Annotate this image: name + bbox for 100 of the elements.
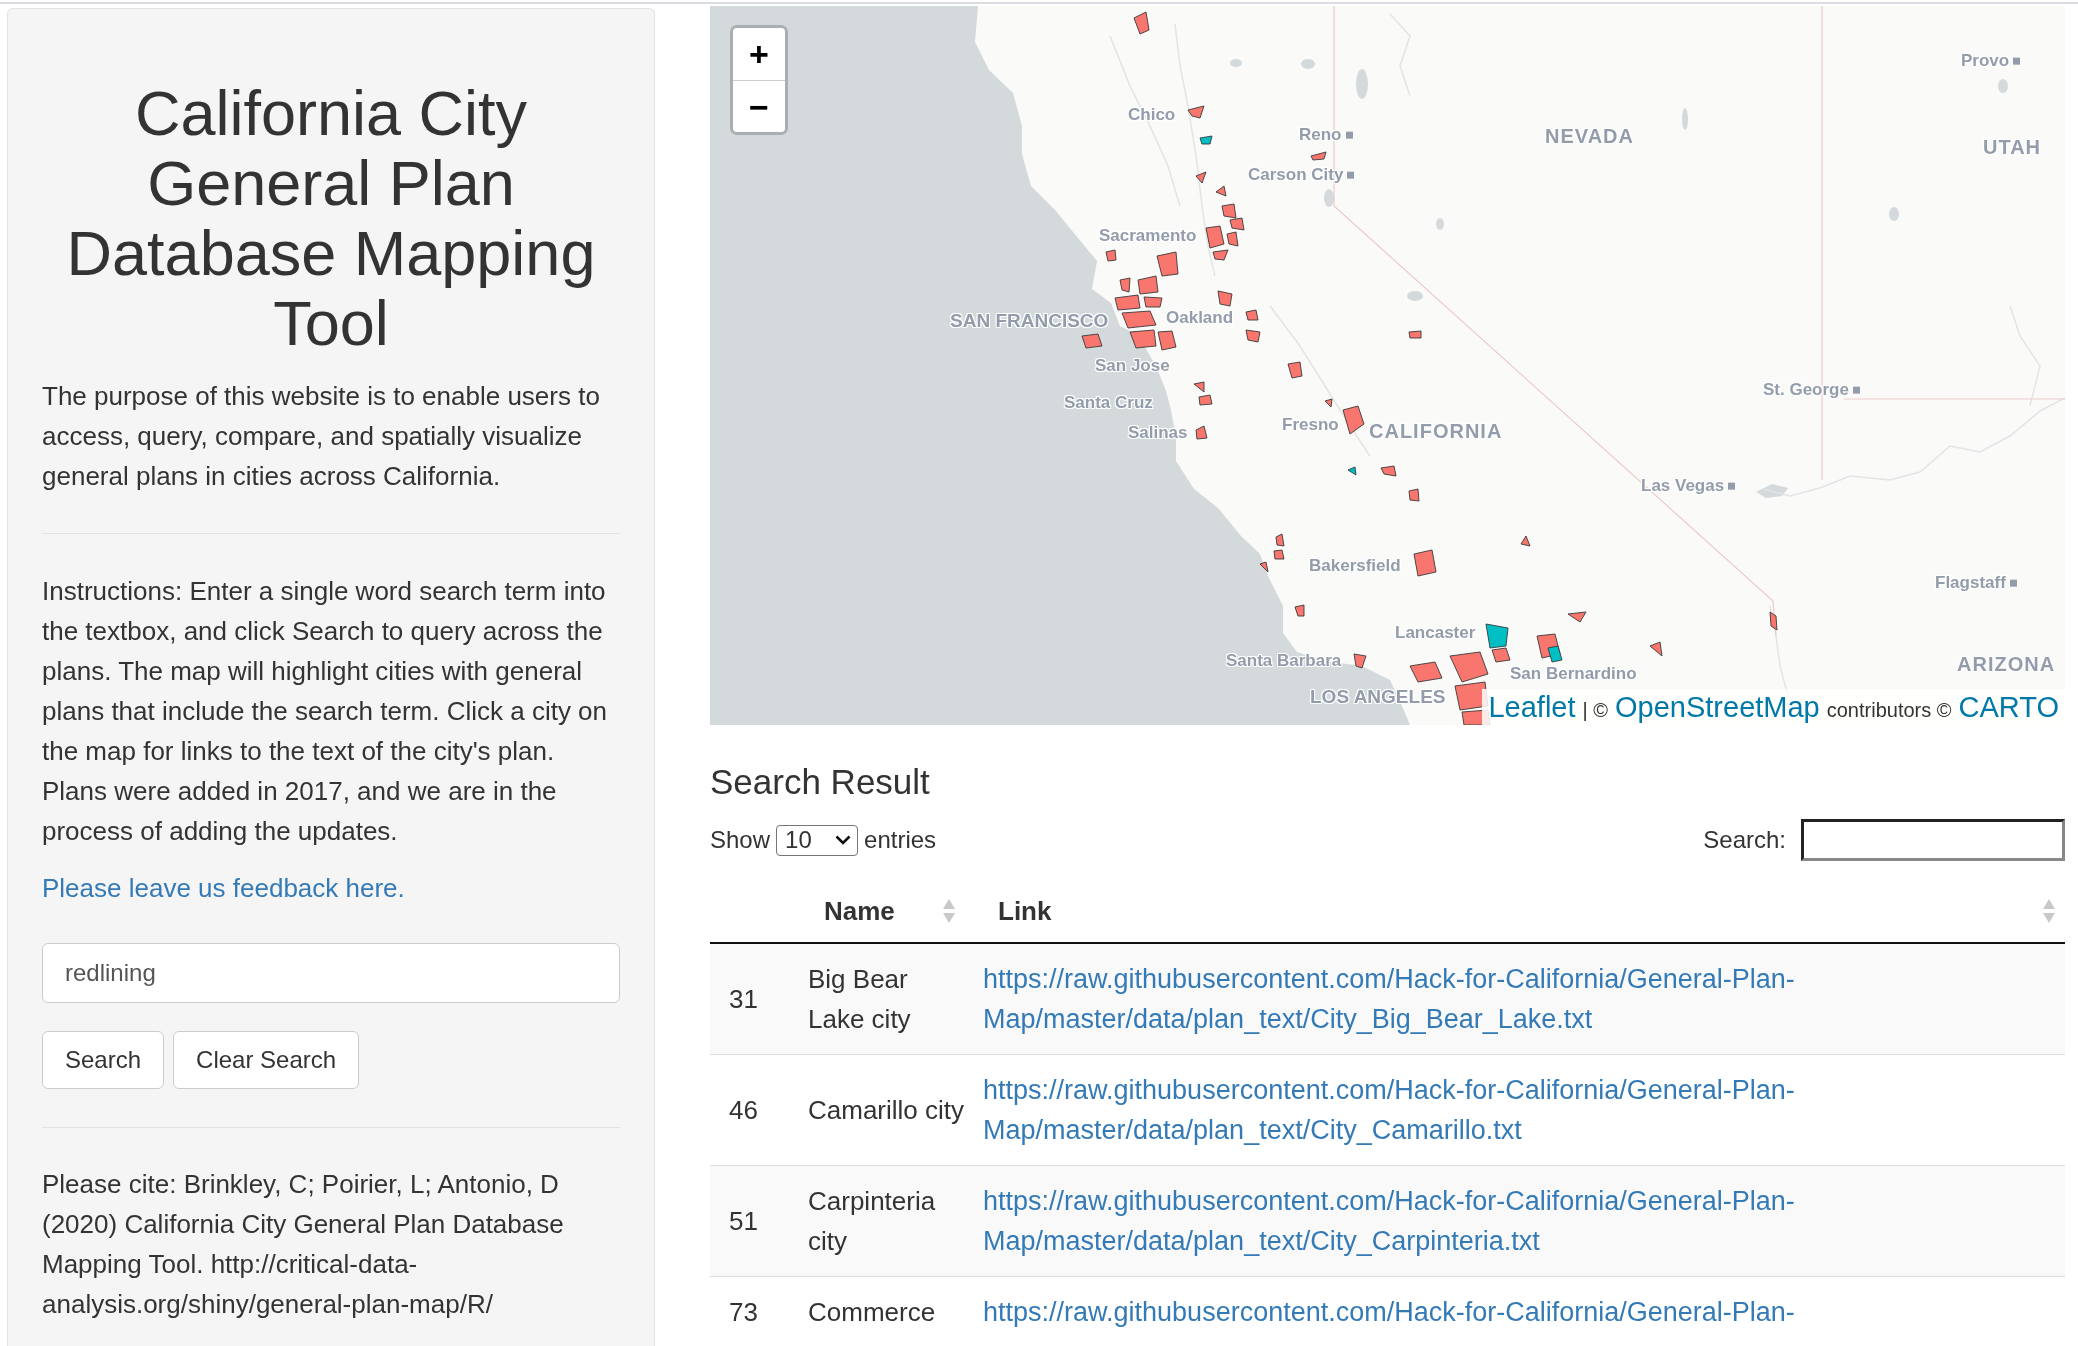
attribution-link[interactable]: OpenStreetMap bbox=[1615, 689, 1820, 725]
search-button[interactable]: Search bbox=[42, 1031, 165, 1089]
map-label: Las Vegas bbox=[1641, 476, 1725, 496]
city-polygon[interactable] bbox=[1217, 290, 1233, 307]
city-polygon[interactable] bbox=[1259, 561, 1269, 573]
city-marker-icon bbox=[2009, 579, 2017, 587]
map-label: Carson City bbox=[1248, 165, 1344, 185]
table-cell: Big Bear Lake city bbox=[790, 943, 973, 1055]
city-polygon[interactable] bbox=[1129, 329, 1157, 349]
map-label: NEVADA bbox=[1545, 125, 1634, 147]
plan-link[interactable]: https://raw.githubusercontent.com/Hack-for-California/General-Plan-Map/master/data/plan_text/City_Camarillo.txt bbox=[983, 1070, 2055, 1150]
city-polygon[interactable] bbox=[1485, 623, 1509, 649]
city-marker-icon bbox=[1347, 171, 1355, 179]
lake-shape bbox=[1889, 207, 1899, 221]
city-polygon[interactable] bbox=[1245, 329, 1261, 343]
city-polygon[interactable] bbox=[1195, 171, 1207, 184]
zoom-in-button[interactable]: + bbox=[733, 28, 785, 80]
city-polygon[interactable] bbox=[1310, 151, 1327, 161]
city-polygon[interactable] bbox=[1324, 398, 1333, 408]
city-polygon[interactable] bbox=[1273, 549, 1285, 560]
city-polygon[interactable] bbox=[1769, 611, 1778, 631]
city-polygon[interactable] bbox=[1119, 277, 1131, 293]
map-label: St. George bbox=[1763, 380, 1849, 400]
lake-shape bbox=[1998, 79, 2008, 93]
table-cell: 51 bbox=[710, 1165, 790, 1277]
results-title: Search Result bbox=[710, 762, 931, 802]
city-polygon[interactable] bbox=[1193, 381, 1205, 393]
table-cell: Camarillo city bbox=[790, 1054, 973, 1166]
table-cell: 73 bbox=[710, 1276, 790, 1346]
entries-label: entries bbox=[864, 825, 937, 855]
city-polygon[interactable] bbox=[1413, 549, 1437, 577]
page-title: California City General Plan Database Mapping Tool bbox=[65, 78, 597, 358]
city-polygon[interactable] bbox=[1195, 425, 1208, 440]
city-polygon[interactable] bbox=[1245, 309, 1259, 321]
city-polygon[interactable] bbox=[1221, 203, 1237, 219]
city-polygon[interactable] bbox=[1649, 641, 1663, 657]
attribution-text: | © bbox=[1582, 698, 1608, 723]
city-polygon[interactable] bbox=[1133, 11, 1150, 35]
lake-shape bbox=[1356, 69, 1368, 99]
table-cell: Commerce bbox=[790, 1276, 973, 1346]
map-label: Bakersfield bbox=[1309, 556, 1401, 576]
city-polygon[interactable] bbox=[1156, 251, 1179, 277]
city-marker-icon bbox=[1728, 482, 1736, 490]
city-polygon[interactable] bbox=[1215, 185, 1227, 197]
city-marker-icon bbox=[1345, 131, 1353, 139]
map-label: Fresno bbox=[1282, 415, 1339, 435]
attribution-text: contributors © bbox=[1826, 698, 1952, 723]
instructions-text: Instructions: Enter a single word search term into the textbox, and click Search to query across the plans. The map will highlight cities with general plans that include the search term. Click a city on the map for links to the text of the city's plan. Plans were added in 2017, and we are in the process of adding the updates. bbox=[42, 575, 609, 848]
city-polygon[interactable] bbox=[1409, 661, 1443, 683]
plan-link[interactable]: https://raw.githubusercontent.com/Hack-for-California/General-Plan-Map/master/data/plan_text/City_Big_Bear_Lake.txt bbox=[983, 959, 2055, 1039]
city-polygon[interactable] bbox=[1408, 488, 1420, 502]
map-label: Oakland bbox=[1166, 308, 1234, 328]
city-polygon[interactable] bbox=[1449, 651, 1489, 683]
map-label: UTAH bbox=[1983, 136, 2042, 158]
city-polygon[interactable] bbox=[1567, 611, 1587, 623]
table-search-field[interactable] bbox=[1801, 819, 2065, 861]
city-polygon[interactable] bbox=[1491, 647, 1511, 663]
citation-text: Please cite: Brinkley, C; Poirier, L; Antonio, D (2020) California City General Plan Database Mapping Tool. http://critical-data-analysis.org/shiny/general-plan-map/R/ bbox=[42, 1168, 565, 1321]
city-polygon[interactable] bbox=[1275, 533, 1285, 547]
lake-shape bbox=[1436, 218, 1444, 230]
city-polygon[interactable] bbox=[1199, 135, 1213, 145]
lake-shape bbox=[1324, 189, 1334, 207]
city-polygon[interactable] bbox=[1294, 604, 1305, 617]
city-polygon[interactable] bbox=[1212, 249, 1229, 261]
city-polygon[interactable] bbox=[1408, 330, 1422, 339]
city-polygon[interactable] bbox=[1342, 405, 1365, 435]
city-polygon[interactable] bbox=[1520, 535, 1531, 547]
search-term-field[interactable]: redlining bbox=[42, 943, 620, 1003]
show-label: Show bbox=[710, 825, 771, 855]
table-cell: 31 bbox=[710, 943, 790, 1055]
plan-link[interactable]: https://raw.githubusercontent.com/Hack-for-California/General-Plan-Map/master/data/plan_text/City_Carpinteria.txt bbox=[983, 1181, 2055, 1261]
city-polygon[interactable] bbox=[1547, 645, 1563, 663]
city-polygon[interactable] bbox=[1353, 653, 1367, 669]
zoom-out-button[interactable]: − bbox=[733, 80, 785, 132]
lake-shape bbox=[1682, 108, 1688, 130]
map-label: Santa Cruz bbox=[1064, 393, 1153, 413]
city-polygon[interactable] bbox=[1198, 394, 1213, 406]
plan-link[interactable]: https://raw.githubusercontent.com/Hack-for-California/General-Plan- bbox=[983, 1292, 1795, 1332]
entries-select[interactable]: 10 bbox=[776, 824, 859, 856]
map-label: Reno bbox=[1299, 125, 1342, 145]
lake-shape bbox=[1301, 59, 1315, 69]
city-polygon[interactable] bbox=[1121, 310, 1157, 329]
feedback-link[interactable]: Please leave us feedback here. bbox=[42, 868, 405, 908]
map-label: Provo bbox=[1961, 51, 2010, 71]
attribution-link[interactable]: Leaflet bbox=[1488, 689, 1576, 725]
city-polygon[interactable] bbox=[1137, 275, 1159, 295]
city-polygon[interactable] bbox=[1287, 361, 1303, 379]
city-polygon[interactable] bbox=[1380, 465, 1397, 477]
map-label: Lancaster bbox=[1395, 623, 1476, 643]
city-polygon[interactable] bbox=[1347, 466, 1357, 476]
city-polygon[interactable] bbox=[1229, 217, 1245, 231]
clear-search-button[interactable]: Clear Search bbox=[173, 1031, 360, 1089]
attribution-link[interactable]: CARTO bbox=[1958, 689, 2059, 725]
city-polygon[interactable] bbox=[1105, 249, 1117, 262]
lake-shape bbox=[1756, 484, 1788, 498]
city-polygon[interactable] bbox=[1157, 330, 1177, 351]
map-label: CALIFORNIA bbox=[1369, 420, 1503, 442]
city-polygon[interactable] bbox=[1187, 105, 1205, 119]
city-polygon[interactable] bbox=[1081, 333, 1103, 349]
city-polygon[interactable] bbox=[1143, 296, 1163, 308]
